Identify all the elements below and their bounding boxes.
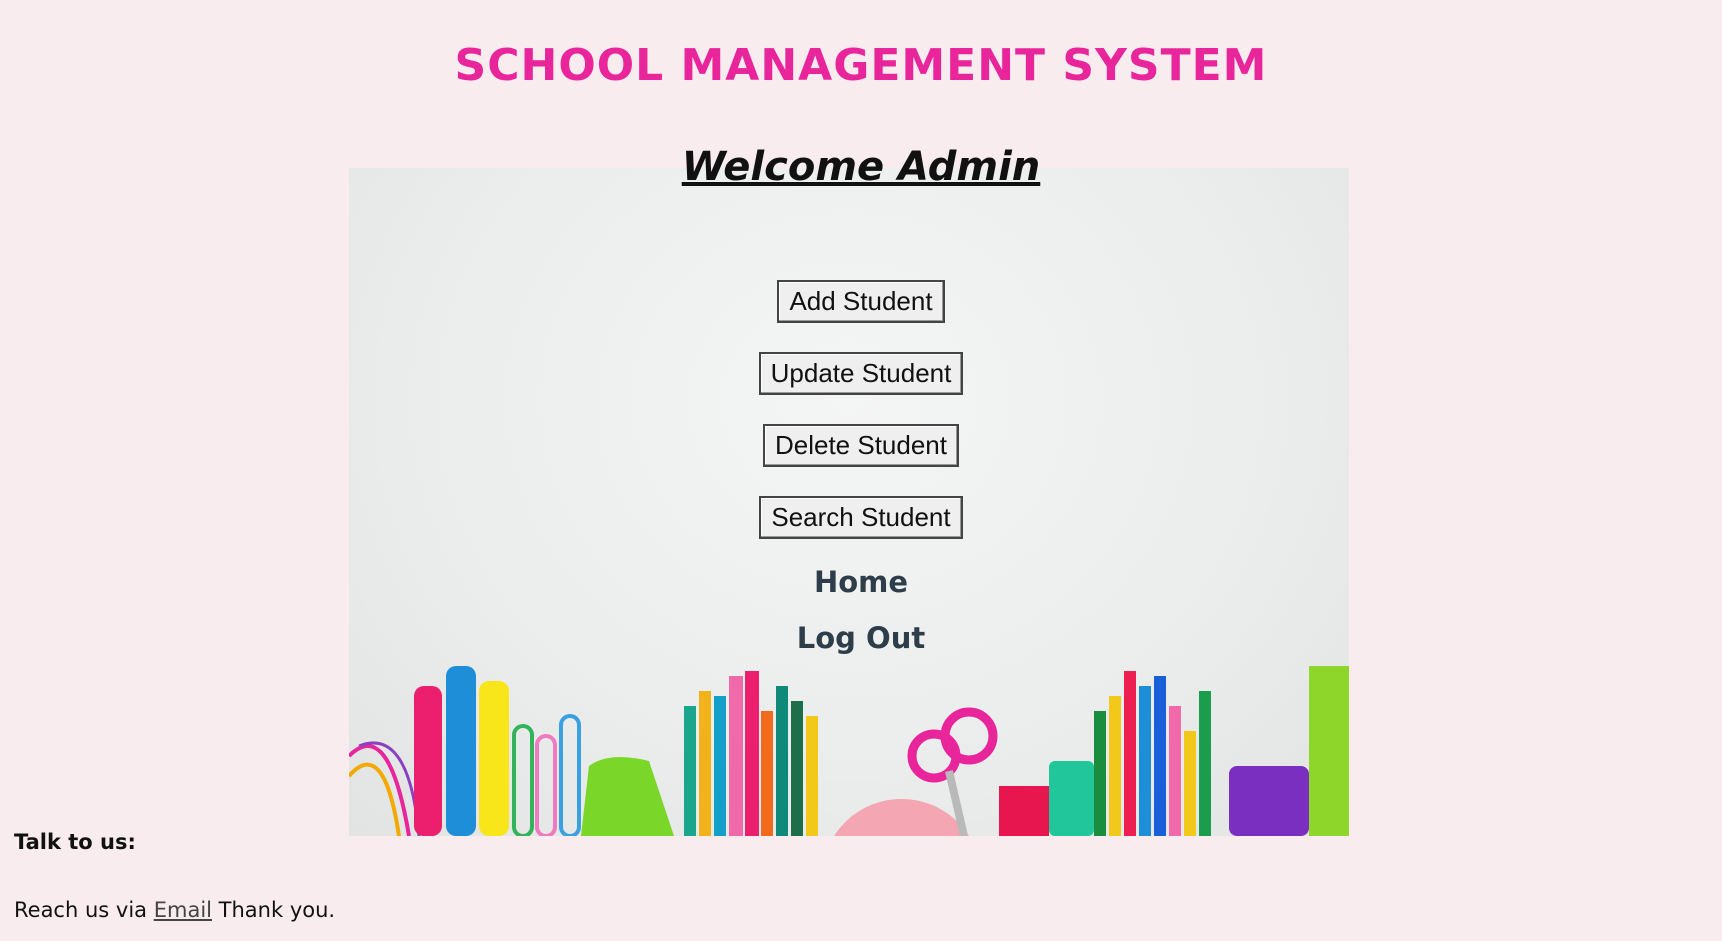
logout-link[interactable]: Log Out: [797, 618, 925, 658]
admin-actions-menu: Add Student Update Student Delete Studen…: [0, 280, 1722, 674]
add-student-button[interactable]: Add Student: [777, 280, 945, 323]
home-link[interactable]: Home: [814, 562, 908, 602]
footer-heading: Talk to us:: [14, 830, 136, 854]
footer-thanks: Thank you.: [218, 898, 336, 922]
welcome-heading: Welcome Admin: [681, 144, 1041, 190]
search-student-button[interactable]: Search Student: [759, 496, 963, 539]
site-title: SCHOOL MANAGEMENT SYSTEM: [454, 40, 1268, 91]
footer-contact-text: Reach us via Email Thank you.: [14, 898, 335, 922]
delete-student-button[interactable]: Delete Student: [762, 424, 959, 467]
update-student-button[interactable]: Update Student: [758, 352, 964, 395]
email-link[interactable]: Email: [154, 898, 212, 922]
footer-reach-prefix: Reach us via: [14, 898, 148, 922]
page: SCHOOL MANAGEMENT SYSTEM Welcome Admin A…: [0, 0, 1722, 941]
